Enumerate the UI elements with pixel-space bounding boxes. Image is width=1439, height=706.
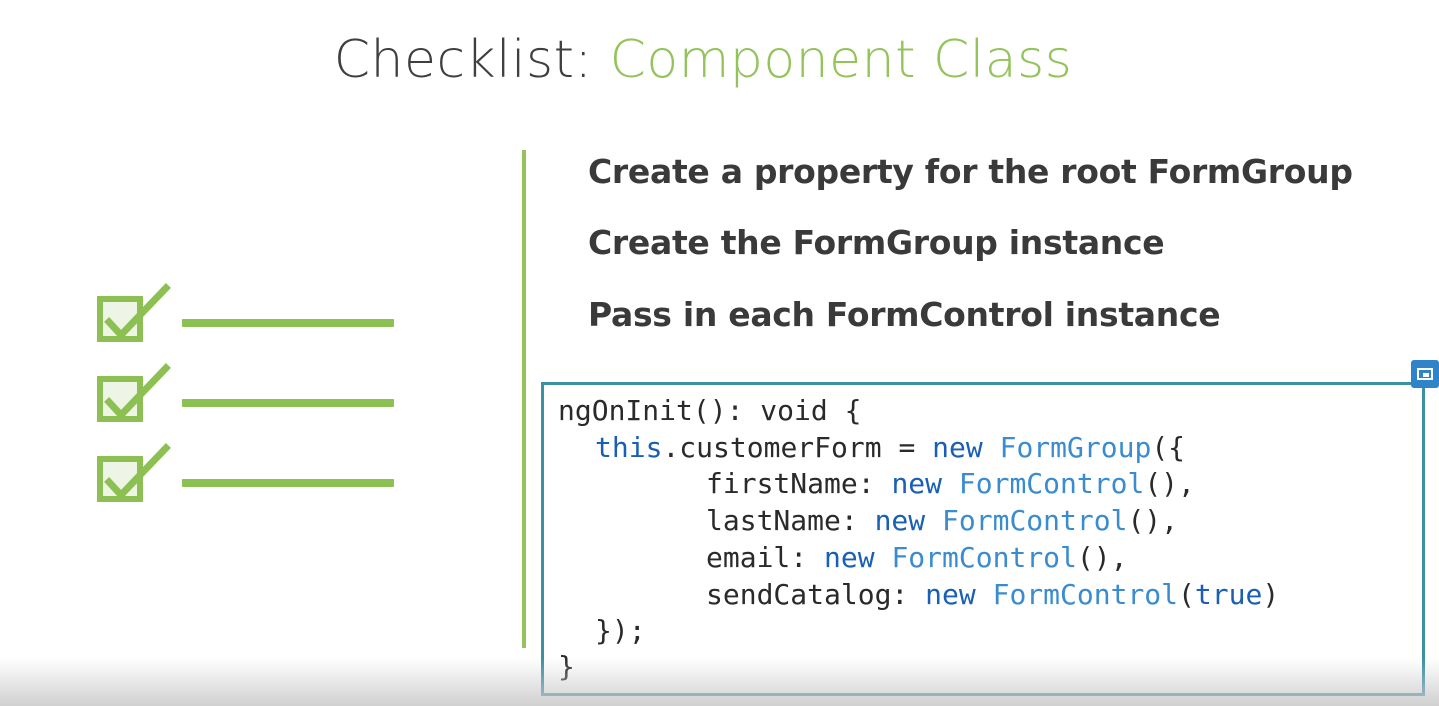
code-text: (), [1144, 467, 1195, 500]
code-class: FormControl [992, 578, 1179, 611]
code-text: sendCatalog: [706, 578, 926, 611]
code-text: (), [1127, 504, 1179, 537]
code-line: firstName: new FormControl(), [706, 466, 1195, 502]
code-class: FormControl [891, 541, 1077, 574]
bullet-item: Pass in each FormControl instance [588, 295, 1221, 334]
code-text: ngOnInit(): void { [558, 394, 862, 427]
checklist-line [182, 399, 394, 407]
checkmark-icon [104, 283, 171, 341]
bullet-item: Create the FormGroup instance [588, 223, 1165, 262]
code-keyword: true [1194, 578, 1263, 611]
checkmark-icon [104, 363, 171, 421]
code-text: .customerForm = [662, 431, 933, 464]
code-line: ngOnInit(): void { [558, 393, 861, 429]
code-class: FormControl [942, 504, 1128, 537]
bullet-item: Create a property for the root FormGroup [588, 152, 1353, 191]
code-text: email: [706, 541, 825, 574]
code-keyword: new [824, 541, 875, 574]
code-line: sendCatalog: new FormControl(true) [706, 577, 1279, 613]
code-text: }); [595, 614, 646, 647]
code-text: ({ [1151, 431, 1186, 464]
vertical-divider [522, 150, 526, 648]
code-text: } [558, 650, 575, 683]
code-text: ) [1262, 578, 1280, 611]
slide-title: Checklist: Component Class [0, 24, 1406, 96]
code-keyword: new [925, 578, 976, 611]
crop-handle-glyph [1417, 368, 1433, 380]
checkmark-icon [104, 443, 171, 501]
checklist-row [92, 442, 402, 502]
code-line: }); [595, 613, 646, 649]
crop-handle-icon[interactable] [1411, 360, 1439, 388]
code-text: ( [1178, 578, 1195, 611]
code-keyword: new [932, 431, 983, 464]
checklist-row [92, 282, 402, 342]
checklist-line [182, 319, 394, 327]
code-text: lastName: [706, 504, 875, 537]
code-text: firstName: [706, 467, 892, 500]
code-line: email: new FormControl(), [706, 540, 1127, 576]
code-keyword: this [595, 431, 663, 464]
title-highlight: Component Class [609, 30, 1073, 90]
code-keyword: new [874, 504, 926, 537]
code-class: FormGroup [999, 431, 1152, 464]
code-text: (), [1076, 541, 1128, 574]
checklist-row [92, 362, 402, 422]
code-line: lastName: new FormControl(), [706, 503, 1178, 539]
title-prefix: Checklist: [333, 30, 610, 90]
code-line: } [558, 649, 575, 685]
code-block: ngOnInit(): void { this.customerForm = n… [541, 382, 1425, 696]
code-class: FormControl [958, 467, 1145, 500]
code-line: this.customerForm = new FormGroup({ [595, 430, 1185, 466]
checklist-line [182, 479, 394, 487]
checklist-icon [92, 282, 402, 522]
code-keyword: new [891, 467, 943, 500]
